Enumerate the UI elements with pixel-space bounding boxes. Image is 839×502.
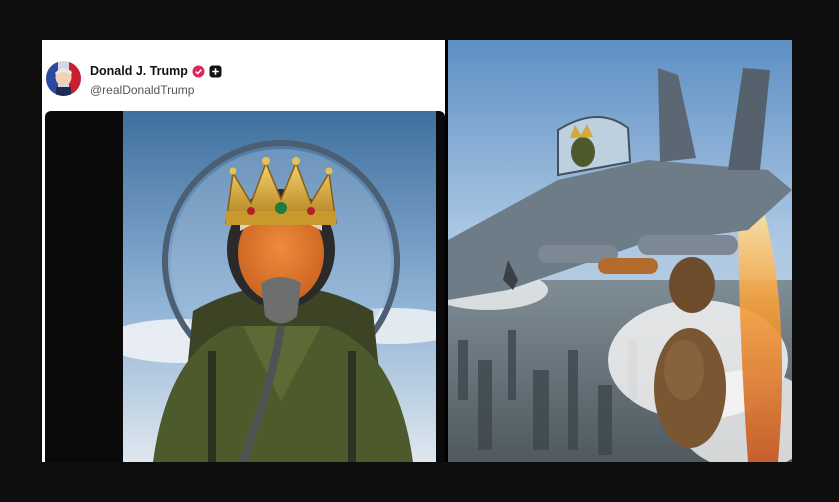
fighter-jet-image [448,40,792,462]
author-handle[interactable]: @realDonaldTrump [90,83,194,97]
social-post: Donald J. Trump @realDonaldTrump [42,40,445,462]
screenshot-frame: Donald J. Trump @realDonaldTrump [42,40,792,462]
verified-badge-icon [192,65,205,77]
avatar[interactable] [46,61,81,96]
avatar-portrait-icon [46,61,81,96]
author-name[interactable]: Donald J. Trump [90,64,188,78]
pilot-crown-image [123,111,436,462]
plus-badge-icon [209,65,222,77]
post-media[interactable] [45,111,445,462]
post-header: Donald J. Trump @realDonaldTrump [42,40,445,112]
